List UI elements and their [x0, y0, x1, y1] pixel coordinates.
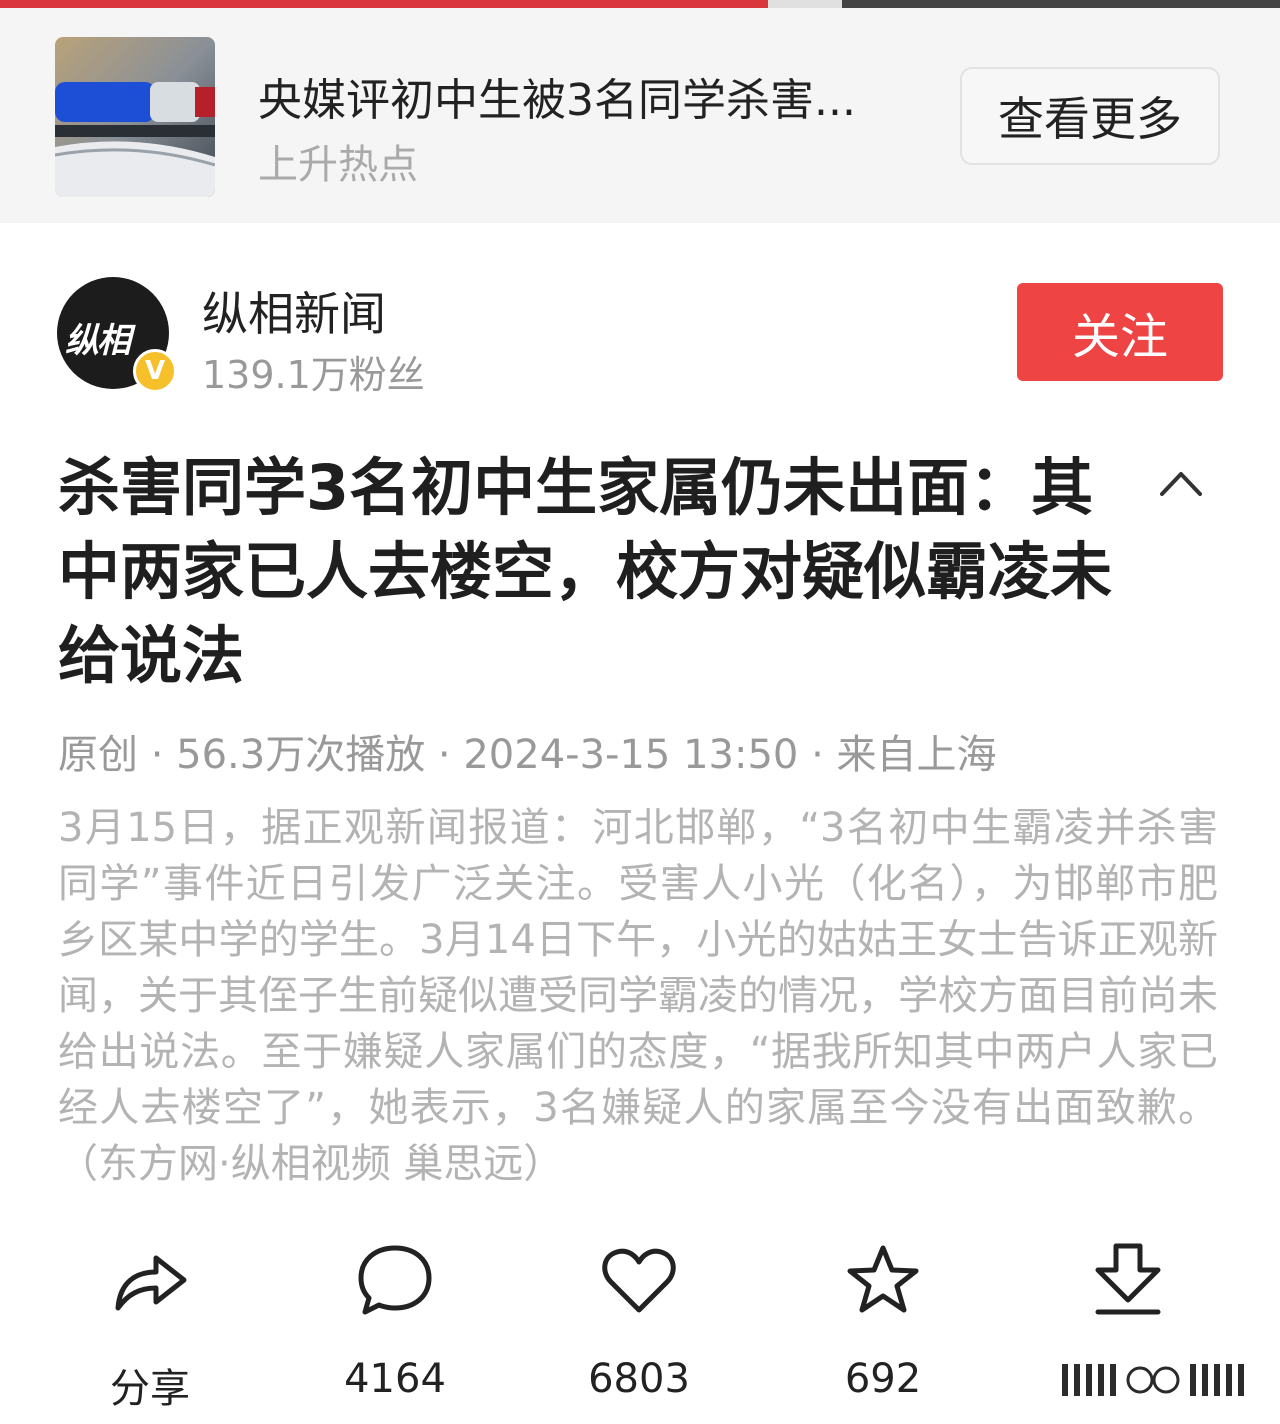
- like-count: 6803: [588, 1356, 690, 1402]
- hot-topic-title[interactable]: 央媒评初中生被3名同学杀害...: [258, 64, 938, 128]
- watermark-icon: [1062, 1364, 1244, 1396]
- video-progress-fill: [0, 0, 768, 8]
- comment-bubble-icon: [358, 1245, 432, 1315]
- comment-button[interactable]: 4164: [320, 1236, 470, 1424]
- heart-icon: [602, 1248, 676, 1313]
- video-progress-remaining: [842, 0, 1280, 8]
- hot-topic-banner[interactable]: 央媒评初中生被3名同学杀害... 上升热点 查看更多: [0, 8, 1280, 223]
- share-button[interactable]: 分享: [75, 1236, 225, 1424]
- star-icon: [847, 1245, 919, 1313]
- article-summary: 3月15日，据正观新闻报道：河北邯郸，“3名初中生霸凌并杀害同学”事件近日引发广…: [58, 805, 1218, 1187]
- hot-topic-thumbnail: [55, 37, 215, 197]
- share-label: 分享: [110, 1366, 190, 1412]
- article-meta: 原创 · 56.3万次播放 · 2024-3-15 13:50 · 来自上海: [58, 732, 997, 778]
- author-name[interactable]: 纵相新闻: [202, 278, 386, 344]
- view-more-button[interactable]: 查看更多: [960, 67, 1220, 165]
- chevron-up-icon[interactable]: [1156, 462, 1206, 502]
- author-avatar[interactable]: 纵相 V: [57, 277, 177, 393]
- hot-topic-tag: 上升热点: [258, 142, 418, 188]
- share-arrow-icon: [115, 1255, 187, 1311]
- download-icon: [1095, 1243, 1161, 1315]
- verified-badge-icon: V: [133, 349, 177, 393]
- video-progress-bar[interactable]: [0, 0, 1280, 8]
- author-fans-count: 139.1万粉丝: [202, 353, 425, 397]
- author-avatar-logo: 纵相: [65, 321, 131, 361]
- comment-count: 4164: [344, 1356, 446, 1402]
- like-button[interactable]: 6803: [564, 1236, 714, 1424]
- favorite-count: 692: [844, 1356, 922, 1402]
- favorite-button[interactable]: 692: [808, 1236, 958, 1424]
- article-title: 杀害同学3名初中生家属仍未出面：其中两家已人去楼空，校方对疑似霸凌未给说法: [58, 451, 1113, 692]
- follow-button[interactable]: 关注: [1017, 283, 1223, 381]
